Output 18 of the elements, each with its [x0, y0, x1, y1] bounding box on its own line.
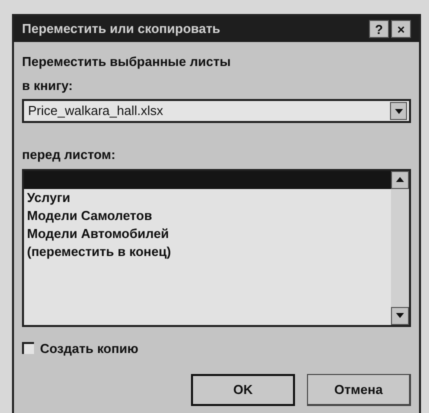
dropdown-arrow-icon [394, 108, 402, 114]
sheet-item[interactable]: Услуги [24, 188, 391, 206]
window-title: Переместить или скопировать [22, 20, 220, 38]
scroll-up-icon [396, 177, 404, 182]
sheet-item[interactable]: Модели Автомобилей [24, 224, 391, 242]
close-button[interactable]: × [391, 20, 411, 38]
scroll-down-icon [396, 313, 404, 318]
copy-checkbox[interactable] [22, 342, 34, 354]
book-label: в книгу: [22, 76, 74, 95]
before-label: перед листом: [22, 146, 117, 164]
copy-label: Создать копию [40, 340, 138, 358]
help-button[interactable]: ? [369, 20, 389, 38]
cancel-button[interactable]: Отмена [307, 374, 411, 406]
sheet-item[interactable]: Модели Самолетов [24, 206, 391, 224]
move-label: Переместить выбранные листы [22, 53, 232, 71]
sheet-item[interactable]: (переместить в конец) [24, 242, 391, 260]
book-select[interactable]: Price_walkara_hall.xlsx [22, 99, 411, 123]
ok-button[interactable]: OK [191, 374, 295, 406]
